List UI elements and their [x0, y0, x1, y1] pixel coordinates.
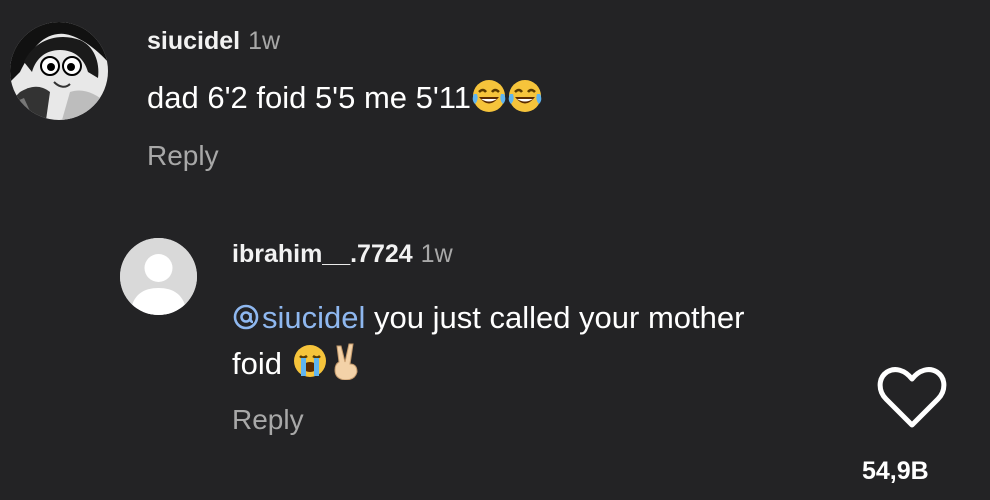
- comment-timestamp: 1w: [248, 27, 281, 55]
- reply-button[interactable]: Reply: [147, 140, 219, 172]
- mention-username[interactable]: siucidel: [262, 300, 365, 335]
- reply-button[interactable]: Reply: [232, 404, 304, 436]
- default-user-icon: [120, 238, 197, 315]
- comment-text-line-2: foid: [232, 342, 363, 391]
- username-text[interactable]: ibrahim__.7724: [232, 240, 413, 268]
- comment-text: dad 6'2 foid 5'5 me 5'11: [147, 77, 543, 125]
- anime-avatar-image: [10, 22, 108, 120]
- heart-outline-icon[interactable]: [876, 367, 948, 429]
- victory-hand-icon: [329, 342, 363, 391]
- comment-text-line-1: siucidel you just called your mother: [232, 297, 744, 342]
- comment-timestamp: 1w: [420, 240, 453, 268]
- comment-username[interactable]: ibrahim__.7724 1w: [232, 240, 453, 269]
- avatar[interactable]: [10, 22, 108, 120]
- like-count: 54,9B: [862, 457, 929, 485]
- comment-body-line-2: foid: [232, 346, 291, 381]
- face-with-tears-of-joy-icon: [471, 78, 507, 125]
- like-button[interactable]: [876, 367, 948, 434]
- loudly-crying-face-icon: [291, 342, 329, 391]
- threads-at-icon: [232, 300, 260, 342]
- username-text[interactable]: siucidel: [147, 27, 240, 55]
- comment-body: dad 6'2 foid 5'5 me 5'11: [147, 80, 471, 115]
- face-with-tears-of-joy-icon: [507, 78, 543, 125]
- avatar[interactable]: [120, 238, 197, 315]
- comment-body-line-1: you just called your mother: [365, 300, 745, 335]
- comment-username[interactable]: siucidel 1w: [147, 27, 280, 56]
- user-mention[interactable]: siucidel: [232, 300, 365, 335]
